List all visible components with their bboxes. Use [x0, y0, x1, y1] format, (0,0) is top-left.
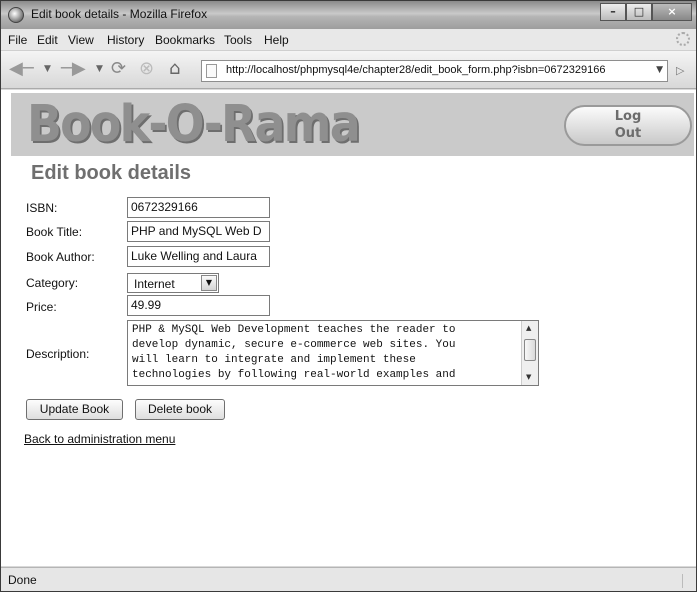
stop-icon[interactable]: ⊗	[139, 60, 154, 78]
book-author-field[interactable]: Luke Welling and Laura	[127, 246, 270, 267]
delete-book-button[interactable]: Delete book	[135, 399, 225, 420]
status-bar: Done	[1, 567, 696, 591]
forward-history-dropdown-icon[interactable]: ▼	[96, 64, 103, 74]
description-text[interactable]: PHP & MySQL Web Development teaches the …	[132, 323, 512, 383]
menu-bookmarks[interactable]: Bookmarks	[155, 33, 215, 47]
back-to-admin-link[interactable]: Back to administration menu	[24, 432, 175, 446]
home-icon[interactable]: ⌂	[169, 60, 180, 78]
page-icon	[206, 64, 217, 78]
url-text[interactable]: http://localhost/phpmysql4e/chapter28/ed…	[226, 64, 605, 76]
firefox-icon	[8, 7, 24, 23]
status-text: Done	[8, 573, 37, 587]
address-bar[interactable]: http://localhost/phpmysql4e/chapter28/ed…	[201, 60, 668, 82]
title-bar: Edit book details - Mozilla Firefox – □ …	[1, 1, 696, 29]
window-controls: – □ ×	[600, 3, 692, 21]
price-label: Price:	[26, 300, 57, 314]
category-selected-value: Internet	[134, 277, 175, 291]
go-arrow-icon[interactable]: ▷	[676, 64, 684, 77]
logout-label-line2: Out	[614, 126, 642, 141]
minimize-icon[interactable]: –	[600, 3, 626, 21]
description-scrollbar[interactable]: ▲ ▼	[521, 321, 538, 385]
price-field[interactable]: 49.99	[127, 295, 270, 316]
menu-help[interactable]: Help	[264, 33, 289, 47]
description-label: Description:	[26, 347, 90, 361]
throbber-icon	[676, 32, 690, 46]
navigation-toolbar: ◀─ ▼ ─▶ ▼ ⟳ ⊗ ⌂ http://localhost/phpmysq…	[1, 51, 696, 89]
site-banner: Book-O-Rama Log Out	[11, 93, 694, 156]
back-history-dropdown-icon[interactable]: ▼	[44, 64, 51, 74]
menu-view[interactable]: View	[68, 33, 94, 47]
book-author-label: Book Author:	[26, 250, 95, 264]
scroll-down-icon[interactable]: ▼	[526, 373, 531, 381]
logout-button[interactable]: Log Out	[564, 105, 692, 146]
menu-bar: File Edit View History Bookmarks Tools H…	[1, 29, 696, 51]
reload-icon[interactable]: ⟳	[111, 60, 126, 78]
menu-tools[interactable]: Tools	[224, 33, 252, 47]
isbn-field[interactable]: 0672329166	[127, 197, 270, 218]
update-book-button[interactable]: Update Book	[26, 399, 123, 420]
page-content: Book-O-Rama Log Out Edit book details IS…	[1, 90, 696, 566]
resize-grip-icon[interactable]	[682, 574, 694, 588]
url-history-dropdown-icon[interactable]: ▼	[656, 65, 663, 75]
page-title: Edit book details	[31, 162, 192, 184]
browser-window: Edit book details - Mozilla Firefox – □ …	[0, 0, 697, 592]
window-title: Edit book details - Mozilla Firefox	[31, 7, 208, 21]
scroll-up-icon[interactable]: ▲	[526, 324, 531, 332]
book-title-field[interactable]: PHP and MySQL Web D	[127, 221, 270, 242]
logout-label-line1: Log	[614, 109, 642, 124]
category-label: Category:	[26, 276, 79, 290]
menu-history[interactable]: History	[107, 33, 144, 47]
description-textarea[interactable]: PHP & MySQL Web Development teaches the …	[127, 320, 539, 386]
category-select[interactable]: Internet ▼	[127, 273, 219, 293]
maximize-icon[interactable]: □	[626, 3, 652, 21]
close-icon[interactable]: ×	[652, 3, 692, 21]
forward-arrow-icon[interactable]: ─▶	[61, 60, 86, 78]
dropdown-arrow-icon[interactable]: ▼	[201, 275, 217, 291]
book-title-label: Book Title:	[26, 225, 83, 239]
back-arrow-icon[interactable]: ◀─	[9, 60, 34, 78]
isbn-label: ISBN:	[26, 201, 58, 215]
site-logo: Book-O-Rama	[27, 95, 361, 154]
scroll-thumb[interactable]	[524, 339, 536, 361]
menu-file[interactable]: File	[8, 33, 27, 47]
menu-edit[interactable]: Edit	[37, 33, 58, 47]
